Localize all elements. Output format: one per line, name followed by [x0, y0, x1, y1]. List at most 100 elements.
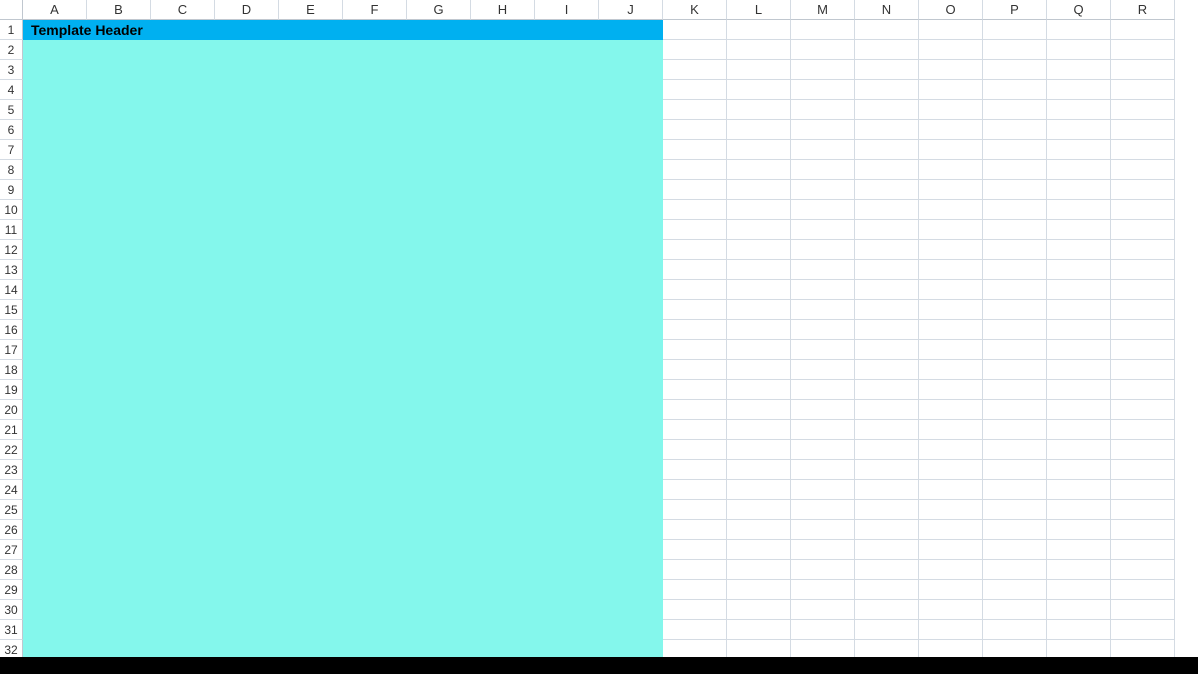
cell-i32[interactable] — [535, 640, 599, 657]
cell-r12[interactable] — [1111, 240, 1175, 260]
cell-p6[interactable] — [983, 120, 1047, 140]
cell-e21[interactable] — [279, 420, 343, 440]
cell-n3[interactable] — [855, 60, 919, 80]
cell-k18[interactable] — [663, 360, 727, 380]
cell-m25[interactable] — [791, 500, 855, 520]
row-header-25[interactable]: 25 — [0, 500, 23, 520]
cell-r23[interactable] — [1111, 460, 1175, 480]
cell-j23[interactable] — [599, 460, 663, 480]
cell-n6[interactable] — [855, 120, 919, 140]
cell-n8[interactable] — [855, 160, 919, 180]
cell-c13[interactable] — [151, 260, 215, 280]
cell-g12[interactable] — [407, 240, 471, 260]
cell-l32[interactable] — [727, 640, 791, 657]
cell-b20[interactable] — [87, 400, 151, 420]
cell-r7[interactable] — [1111, 140, 1175, 160]
cell-i14[interactable] — [535, 280, 599, 300]
cell-q28[interactable] — [1047, 560, 1111, 580]
cell-f17[interactable] — [343, 340, 407, 360]
cell-j9[interactable] — [599, 180, 663, 200]
cell-f14[interactable] — [343, 280, 407, 300]
cell-r10[interactable] — [1111, 200, 1175, 220]
cell-e5[interactable] — [279, 100, 343, 120]
cell-n10[interactable] — [855, 200, 919, 220]
cell-b9[interactable] — [87, 180, 151, 200]
cell-i20[interactable] — [535, 400, 599, 420]
cell-o29[interactable] — [919, 580, 983, 600]
cell-i18[interactable] — [535, 360, 599, 380]
cell-b22[interactable] — [87, 440, 151, 460]
cell-j13[interactable] — [599, 260, 663, 280]
cell-g13[interactable] — [407, 260, 471, 280]
cell-m9[interactable] — [791, 180, 855, 200]
cell-f4[interactable] — [343, 80, 407, 100]
cell-m32[interactable] — [791, 640, 855, 657]
cell-e3[interactable] — [279, 60, 343, 80]
cell-q7[interactable] — [1047, 140, 1111, 160]
row-header-12[interactable]: 12 — [0, 240, 23, 260]
cell-g20[interactable] — [407, 400, 471, 420]
cell-r26[interactable] — [1111, 520, 1175, 540]
cell-o8[interactable] — [919, 160, 983, 180]
cell-e16[interactable] — [279, 320, 343, 340]
cell-f31[interactable] — [343, 620, 407, 640]
cell-b25[interactable] — [87, 500, 151, 520]
cell-a28[interactable] — [23, 560, 87, 580]
cell-p30[interactable] — [983, 600, 1047, 620]
cell-m23[interactable] — [791, 460, 855, 480]
cell-g2[interactable] — [407, 40, 471, 60]
cell-h14[interactable] — [471, 280, 535, 300]
cell-a30[interactable] — [23, 600, 87, 620]
cell-l10[interactable] — [727, 200, 791, 220]
cell-j19[interactable] — [599, 380, 663, 400]
cell-o31[interactable] — [919, 620, 983, 640]
cell-k7[interactable] — [663, 140, 727, 160]
cell-l27[interactable] — [727, 540, 791, 560]
cell-d6[interactable] — [215, 120, 279, 140]
cell-m20[interactable] — [791, 400, 855, 420]
column-header-n[interactable]: N — [855, 0, 919, 20]
cell-n26[interactable] — [855, 520, 919, 540]
cell-r17[interactable] — [1111, 340, 1175, 360]
cell-a27[interactable] — [23, 540, 87, 560]
cell-f19[interactable] — [343, 380, 407, 400]
cell-h8[interactable] — [471, 160, 535, 180]
cell-b15[interactable] — [87, 300, 151, 320]
cell-f15[interactable] — [343, 300, 407, 320]
cell-c11[interactable] — [151, 220, 215, 240]
cell-e20[interactable] — [279, 400, 343, 420]
cell-j18[interactable] — [599, 360, 663, 380]
row-header-6[interactable]: 6 — [0, 120, 23, 140]
cell-j14[interactable] — [599, 280, 663, 300]
cell-a18[interactable] — [23, 360, 87, 380]
cell-g3[interactable] — [407, 60, 471, 80]
cell-d16[interactable] — [215, 320, 279, 340]
cell-a25[interactable] — [23, 500, 87, 520]
cell-p26[interactable] — [983, 520, 1047, 540]
cell-b29[interactable] — [87, 580, 151, 600]
cell-f12[interactable] — [343, 240, 407, 260]
cell-f13[interactable] — [343, 260, 407, 280]
cell-n25[interactable] — [855, 500, 919, 520]
cell-d9[interactable] — [215, 180, 279, 200]
cell-m26[interactable] — [791, 520, 855, 540]
cell-r30[interactable] — [1111, 600, 1175, 620]
cell-q11[interactable] — [1047, 220, 1111, 240]
cell-h26[interactable] — [471, 520, 535, 540]
cell-e28[interactable] — [279, 560, 343, 580]
cell-o1[interactable] — [919, 20, 983, 40]
cell-h7[interactable] — [471, 140, 535, 160]
cell-m15[interactable] — [791, 300, 855, 320]
cell-g17[interactable] — [407, 340, 471, 360]
cell-a22[interactable] — [23, 440, 87, 460]
cell-j31[interactable] — [599, 620, 663, 640]
cell-a4[interactable] — [23, 80, 87, 100]
cell-d2[interactable] — [215, 40, 279, 60]
column-header-f[interactable]: F — [343, 0, 407, 20]
cell-a29[interactable] — [23, 580, 87, 600]
cell-d27[interactable] — [215, 540, 279, 560]
cell-q30[interactable] — [1047, 600, 1111, 620]
cell-c14[interactable] — [151, 280, 215, 300]
cell-f25[interactable] — [343, 500, 407, 520]
cell-h10[interactable] — [471, 200, 535, 220]
